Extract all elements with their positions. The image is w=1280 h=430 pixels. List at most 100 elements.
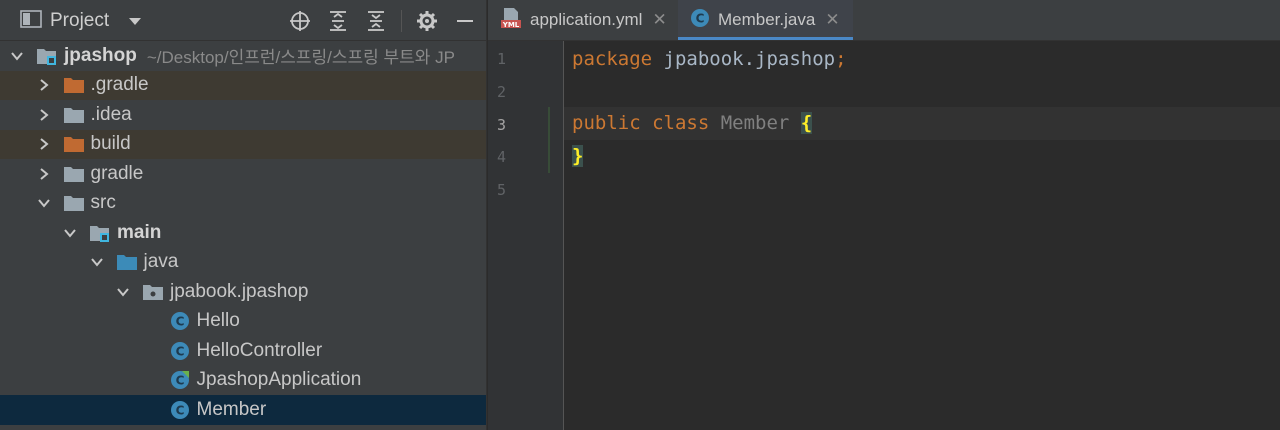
package-name: jpabook.jpashop	[652, 48, 836, 70]
line-number: 2	[496, 83, 506, 101]
close-brace: }	[572, 145, 584, 167]
gutter-divider	[563, 41, 564, 430]
line-number: 5	[496, 181, 506, 199]
svg-text:YML: YML	[502, 21, 520, 29]
line-number: 4	[496, 148, 506, 166]
chevron-down-icon[interactable]	[10, 49, 24, 63]
tree-row[interactable]: .gradle	[0, 70, 486, 100]
svg-text:C: C	[175, 344, 184, 358]
svg-text:C: C	[175, 403, 184, 417]
tree-item-label: jpabook.jpashop	[170, 280, 309, 302]
open-brace: {	[800, 112, 813, 134]
close-icon[interactable]: ✕	[652, 10, 666, 30]
spring-boot-class-icon: C	[169, 369, 191, 391]
project-view-selector[interactable]: Project	[20, 8, 142, 34]
tree-row[interactable]: build	[0, 129, 486, 159]
tree-item-label: .idea	[90, 103, 132, 125]
tree-row[interactable]: .idea	[0, 100, 486, 130]
tree-row[interactable]: C HelloController	[0, 336, 486, 366]
tree-row[interactable]: java	[0, 248, 486, 278]
chevron-down-icon[interactable]	[90, 255, 104, 269]
project-toolbar: Project	[0, 0, 486, 41]
class-name: Member	[709, 112, 801, 134]
chevron-down-icon[interactable]	[63, 226, 77, 240]
java-class-icon: C	[169, 340, 191, 362]
svg-text:C: C	[175, 315, 184, 329]
tab-label: Member.java	[718, 10, 816, 29]
chevron-right-icon[interactable]	[37, 78, 51, 92]
line-number-current: 3	[496, 116, 506, 134]
collapse-all-icon[interactable]	[363, 8, 389, 34]
tree-item-label: JpashopApplication	[196, 369, 362, 391]
project-view-label: Project	[50, 10, 110, 31]
tree-row[interactable]: jpashop ~/Desktop/인프런/스프링/스프링 부트와 JP	[0, 41, 486, 71]
package-icon	[142, 281, 164, 303]
java-class-icon: C	[169, 310, 191, 332]
java-class-icon: C	[690, 8, 710, 33]
tree-row[interactable]: C JpashopApplication	[0, 366, 486, 396]
module-folder-icon	[89, 222, 111, 244]
project-panel-icon	[20, 9, 42, 34]
close-icon[interactable]: ✕	[825, 10, 839, 30]
vcs-change-marker[interactable]	[548, 107, 550, 173]
locate-file-icon[interactable]	[287, 8, 313, 34]
folder-icon	[63, 163, 85, 185]
chevron-down-icon	[129, 17, 142, 25]
chevron-down-icon[interactable]	[116, 285, 130, 299]
tab-member-java[interactable]: C Member.java ✕	[678, 0, 853, 40]
active-tab-indicator	[678, 37, 853, 40]
tree-item-label: main	[117, 221, 162, 243]
tree-item-label: HelloController	[196, 339, 323, 361]
editor-area: YML application.yml ✕ C Member.java ✕ 1 …	[488, 0, 1280, 430]
tree-item-label: java	[143, 251, 179, 273]
tree-row[interactable]: C Hello	[0, 307, 486, 337]
svg-text:C: C	[175, 374, 184, 388]
chevron-right-icon[interactable]	[37, 167, 51, 181]
code-line-3[interactable]: public class Member {	[572, 107, 813, 140]
keyword-package: package	[572, 48, 653, 70]
gear-icon[interactable]	[414, 8, 440, 34]
chevron-right-icon[interactable]	[37, 137, 51, 151]
expand-all-icon[interactable]	[325, 8, 351, 34]
java-class-icon: C	[169, 399, 191, 421]
tree-row[interactable]: jpabook.jpashop	[0, 277, 486, 307]
semicolon: ;	[835, 48, 847, 70]
project-panel: Project jpashop ~/Desktop/인프런/스프링/스프링 부트와…	[0, 0, 486, 430]
tree-row[interactable]: gradle	[0, 159, 486, 189]
tree-item-label: gradle	[90, 162, 144, 184]
tree-item-path: ~/Desktop/인프런/스프링/스프링 부트와 JP	[146, 48, 455, 68]
code-line-1[interactable]: package jpabook.jpashop;	[572, 43, 847, 76]
chevron-down-icon[interactable]	[37, 196, 51, 210]
line-number: 1	[496, 50, 506, 68]
tree-item-label: .gradle	[90, 74, 149, 96]
tree-item-label: build	[90, 133, 131, 155]
tab-application-yml[interactable]: YML application.yml ✕	[500, 0, 678, 40]
toolbar-divider	[401, 10, 402, 32]
minimize-icon[interactable]	[452, 8, 478, 34]
tree-item-label: Member	[196, 398, 267, 420]
module-folder-icon	[36, 45, 58, 67]
folder-icon	[63, 192, 85, 214]
tree-item-label: Hello	[196, 310, 240, 332]
excluded-folder-icon	[63, 133, 85, 155]
line-number-gutter: 1 2 3 4 5	[488, 41, 564, 430]
chevron-right-icon[interactable]	[37, 108, 51, 122]
tab-label: application.yml	[530, 10, 643, 29]
tree-row[interactable]: src	[0, 189, 486, 219]
keyword-public-class: public class	[572, 112, 710, 134]
editor-tab-bar: YML application.yml ✕ C Member.java ✕	[488, 0, 1280, 41]
tree-item-label: src	[90, 192, 116, 214]
tree-row[interactable]: C Member	[0, 395, 486, 425]
source-folder-icon	[116, 251, 138, 273]
excluded-folder-icon	[63, 74, 85, 96]
tree-row[interactable]: main	[0, 218, 486, 248]
svg-text:C: C	[696, 11, 705, 25]
yml-file-icon: YML	[500, 7, 522, 34]
tree-item-label: jpashop	[64, 44, 137, 66]
code-line-4[interactable]: }	[572, 140, 584, 173]
folder-icon	[63, 104, 85, 126]
